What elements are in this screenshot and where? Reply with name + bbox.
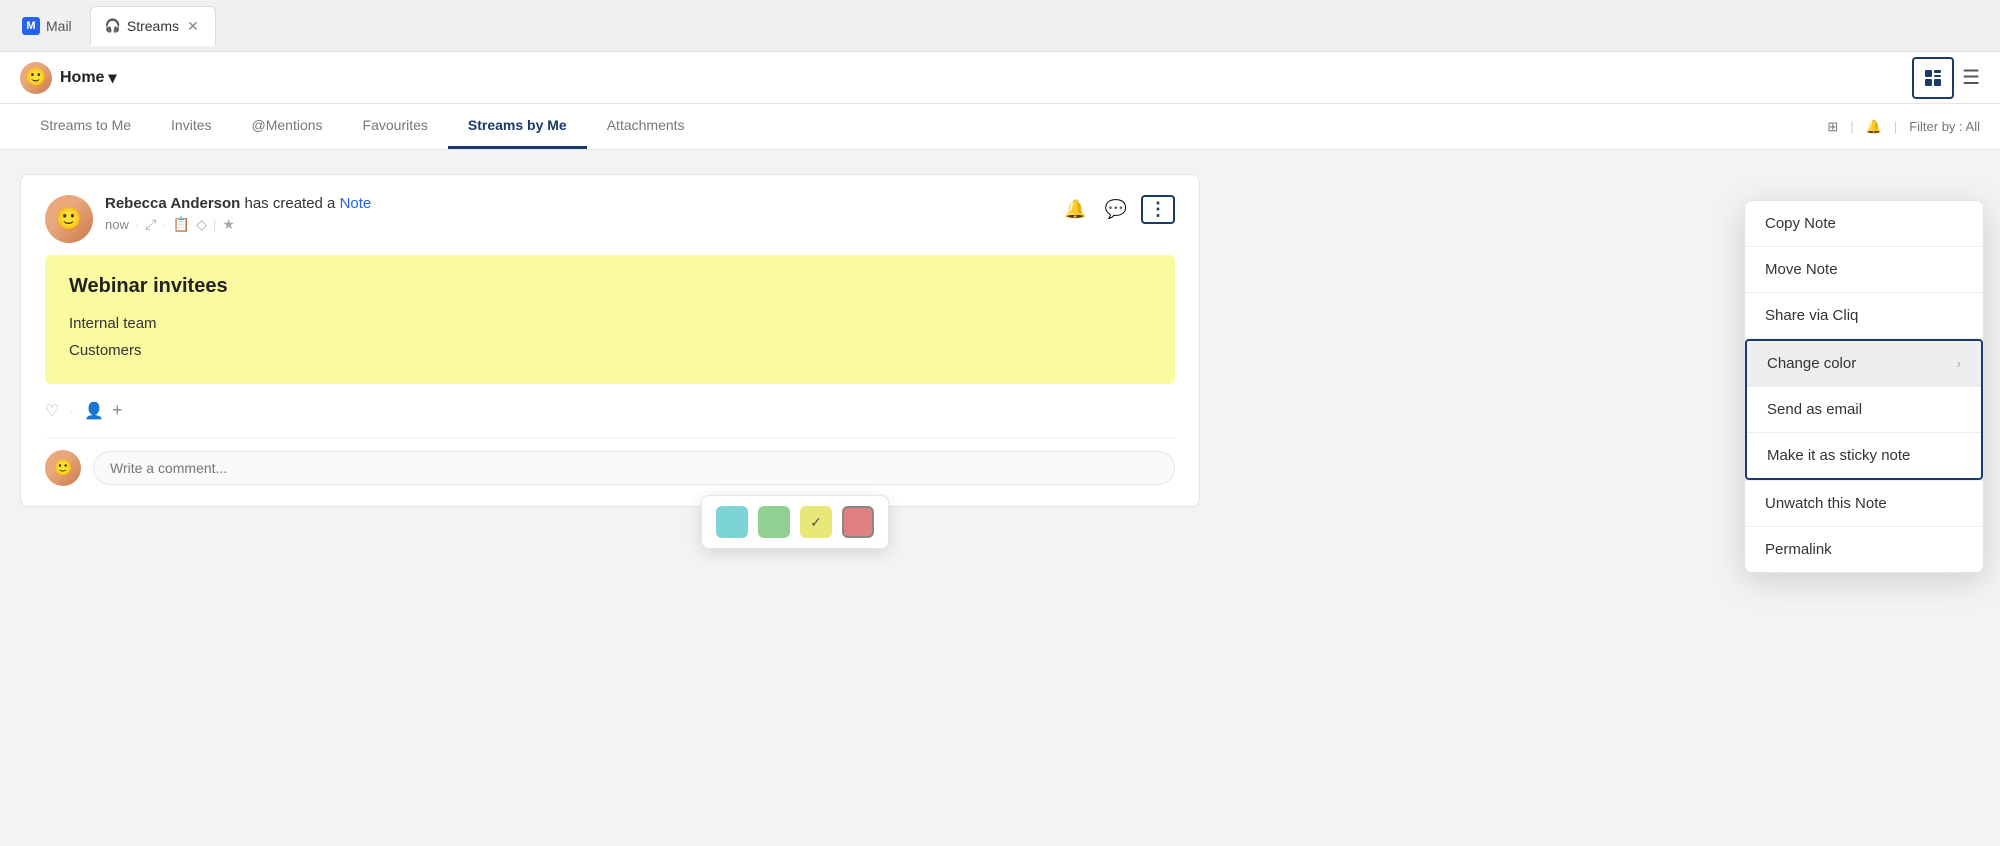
comment-user-avatar: 🙂 (45, 450, 81, 486)
context-menu-sticky-note[interactable]: Make it as sticky note (1747, 433, 1981, 478)
tab-favourites[interactable]: Favourites (343, 104, 448, 149)
streams-tab-icon: 🎧 (105, 18, 121, 34)
tab-invites[interactable]: Invites (151, 104, 231, 149)
card-header: 🙂 Rebecca Anderson has created a Note no… (45, 195, 1175, 243)
mail-icon: M (22, 17, 40, 35)
tab-mail[interactable]: M Mail (8, 9, 86, 43)
tag-icon[interactable]: ◇ (196, 216, 207, 233)
nav-tabs: Streams to Me Invites @Mentions Favourit… (0, 104, 2000, 150)
note-content: Webinar invitees Internal team Customers (45, 255, 1175, 384)
nav-tabs-list: Streams to Me Invites @Mentions Favourit… (20, 104, 705, 149)
tab-mentions[interactable]: @Mentions (232, 104, 343, 149)
tab-streams-by-me[interactable]: Streams by Me (448, 104, 587, 149)
user-avatar-header: 🙂 (20, 62, 52, 94)
home-chevron: ▾ (108, 68, 116, 88)
card-note-link[interactable]: Note (340, 195, 372, 212)
context-menu-highlighted-group: Change color › Send as email Make it as … (1745, 339, 1983, 480)
tab-bar: M Mail 🎧 Streams ✕ (0, 0, 2000, 52)
layout-toggle-button[interactable] (1912, 57, 1954, 99)
color-swatch-teal[interactable] (716, 506, 748, 538)
header: 🙂 Home ▾ ☰ (0, 52, 2000, 104)
header-right: ☰ (1912, 57, 1980, 99)
assign-icon[interactable]: 👤 (84, 401, 104, 421)
change-color-label: Change color (1767, 355, 1856, 372)
tab-attachments[interactable]: Attachments (587, 104, 705, 149)
sticky-note-label: Make it as sticky note (1767, 447, 1910, 464)
tab-attachments-label: Attachments (607, 117, 685, 133)
more-options-button[interactable]: ⋮ (1141, 195, 1175, 224)
card-username: Rebecca Anderson (105, 195, 240, 212)
note-title: Webinar invitees (69, 275, 1151, 298)
card-title-line: Rebecca Anderson has created a Note (105, 195, 371, 212)
layout-icon (1923, 68, 1943, 88)
notify-icon[interactable]: 🔔 (1866, 119, 1882, 135)
color-picker-popup: ✓ (701, 495, 889, 549)
card-action: has created a (245, 195, 340, 212)
filter-separator: | (1850, 119, 1853, 134)
copy-note-label: Copy Note (1765, 215, 1836, 232)
filter-area: ⊞ | 🔔 | Filter by : All (1827, 119, 1980, 135)
home-label: Home (60, 69, 104, 87)
add-button[interactable]: + (112, 400, 123, 421)
context-menu-share-cliq[interactable]: Share via Cliq (1745, 293, 1983, 338)
context-menu-permalink[interactable]: Permalink (1745, 527, 1983, 572)
color-swatch-green[interactable] (758, 506, 790, 538)
card-user-avatar: 🙂 (45, 195, 93, 243)
alarm-button[interactable]: 🔔 (1060, 195, 1090, 224)
move-note-label: Move Note (1765, 261, 1838, 278)
tab-mail-label: Mail (46, 18, 72, 34)
note-list: Internal team Customers (69, 310, 1151, 364)
card-header-right: 🔔 💬 ⋮ (1060, 195, 1175, 224)
card-timestamp: now (105, 217, 129, 232)
external-link-icon[interactable]: ⤢ (145, 216, 156, 233)
send-email-label: Send as email (1767, 401, 1862, 418)
tab-streams-to-me-label: Streams to Me (40, 117, 131, 133)
tab-invites-label: Invites (171, 117, 211, 133)
filter-separator2: | (1894, 119, 1897, 134)
share-cliq-label: Share via Cliq (1765, 307, 1858, 324)
tab-favourites-label: Favourites (363, 117, 428, 133)
context-menu-move-note[interactable]: Move Note (1745, 247, 1983, 292)
chat-button[interactable]: 💬 (1101, 195, 1131, 224)
home-menu[interactable]: Home ▾ (60, 68, 116, 88)
heart-icon[interactable]: ♡ (45, 401, 59, 421)
tab-streams[interactable]: 🎧 Streams ✕ (90, 6, 216, 46)
card-time-line: now · ⤢ · 📋 ◇ | ★ (105, 216, 371, 233)
comment-input[interactable] (93, 451, 1175, 485)
color-swatch-red[interactable] (842, 506, 874, 538)
stream-card: 🙂 Rebecca Anderson has created a Note no… (20, 174, 1200, 507)
context-menu-change-color[interactable]: Change color › (1747, 341, 1981, 386)
hamburger-menu-button[interactable]: ☰ (1962, 65, 1980, 90)
context-menu: Copy Note Move Note Share via Cliq Chang… (1744, 200, 1984, 573)
three-dots-icon: ⋮ (1149, 199, 1167, 220)
tab-streams-by-me-label: Streams by Me (468, 117, 567, 133)
unwatch-label: Unwatch this Note (1765, 495, 1887, 512)
tab-streams-label: Streams (127, 18, 179, 34)
main-content: 🙂 Rebecca Anderson has created a Note no… (0, 150, 2000, 846)
permalink-label: Permalink (1765, 541, 1832, 558)
card-footer: ♡ · 👤 + (45, 400, 1175, 421)
context-menu-unwatch[interactable]: Unwatch this Note (1745, 481, 1983, 526)
tab-streams-close[interactable]: ✕ (185, 19, 201, 33)
note-line-1: Internal team (69, 310, 1151, 337)
context-menu-send-email[interactable]: Send as email (1747, 387, 1981, 432)
comment-area: 🙂 (45, 437, 1175, 486)
filter-icon[interactable]: ⊞ (1827, 119, 1838, 135)
color-swatch-yellow[interactable]: ✓ (800, 506, 832, 538)
card-meta: Rebecca Anderson has created a Note now … (105, 195, 371, 233)
tab-streams-to-me[interactable]: Streams to Me (20, 104, 151, 149)
tab-mentions-label: @Mentions (252, 117, 323, 133)
chevron-right-icon: › (1957, 356, 1961, 371)
card-header-left: 🙂 Rebecca Anderson has created a Note no… (45, 195, 371, 243)
filter-label[interactable]: Filter by : All (1909, 119, 1980, 134)
hamburger-icon: ☰ (1962, 67, 1980, 89)
header-left: 🙂 Home ▾ (20, 62, 116, 94)
context-menu-copy-note[interactable]: Copy Note (1745, 201, 1983, 246)
copy-icon[interactable]: 📋 (173, 216, 190, 233)
star-icon[interactable]: ★ (222, 216, 235, 233)
note-line-2: Customers (69, 337, 1151, 364)
